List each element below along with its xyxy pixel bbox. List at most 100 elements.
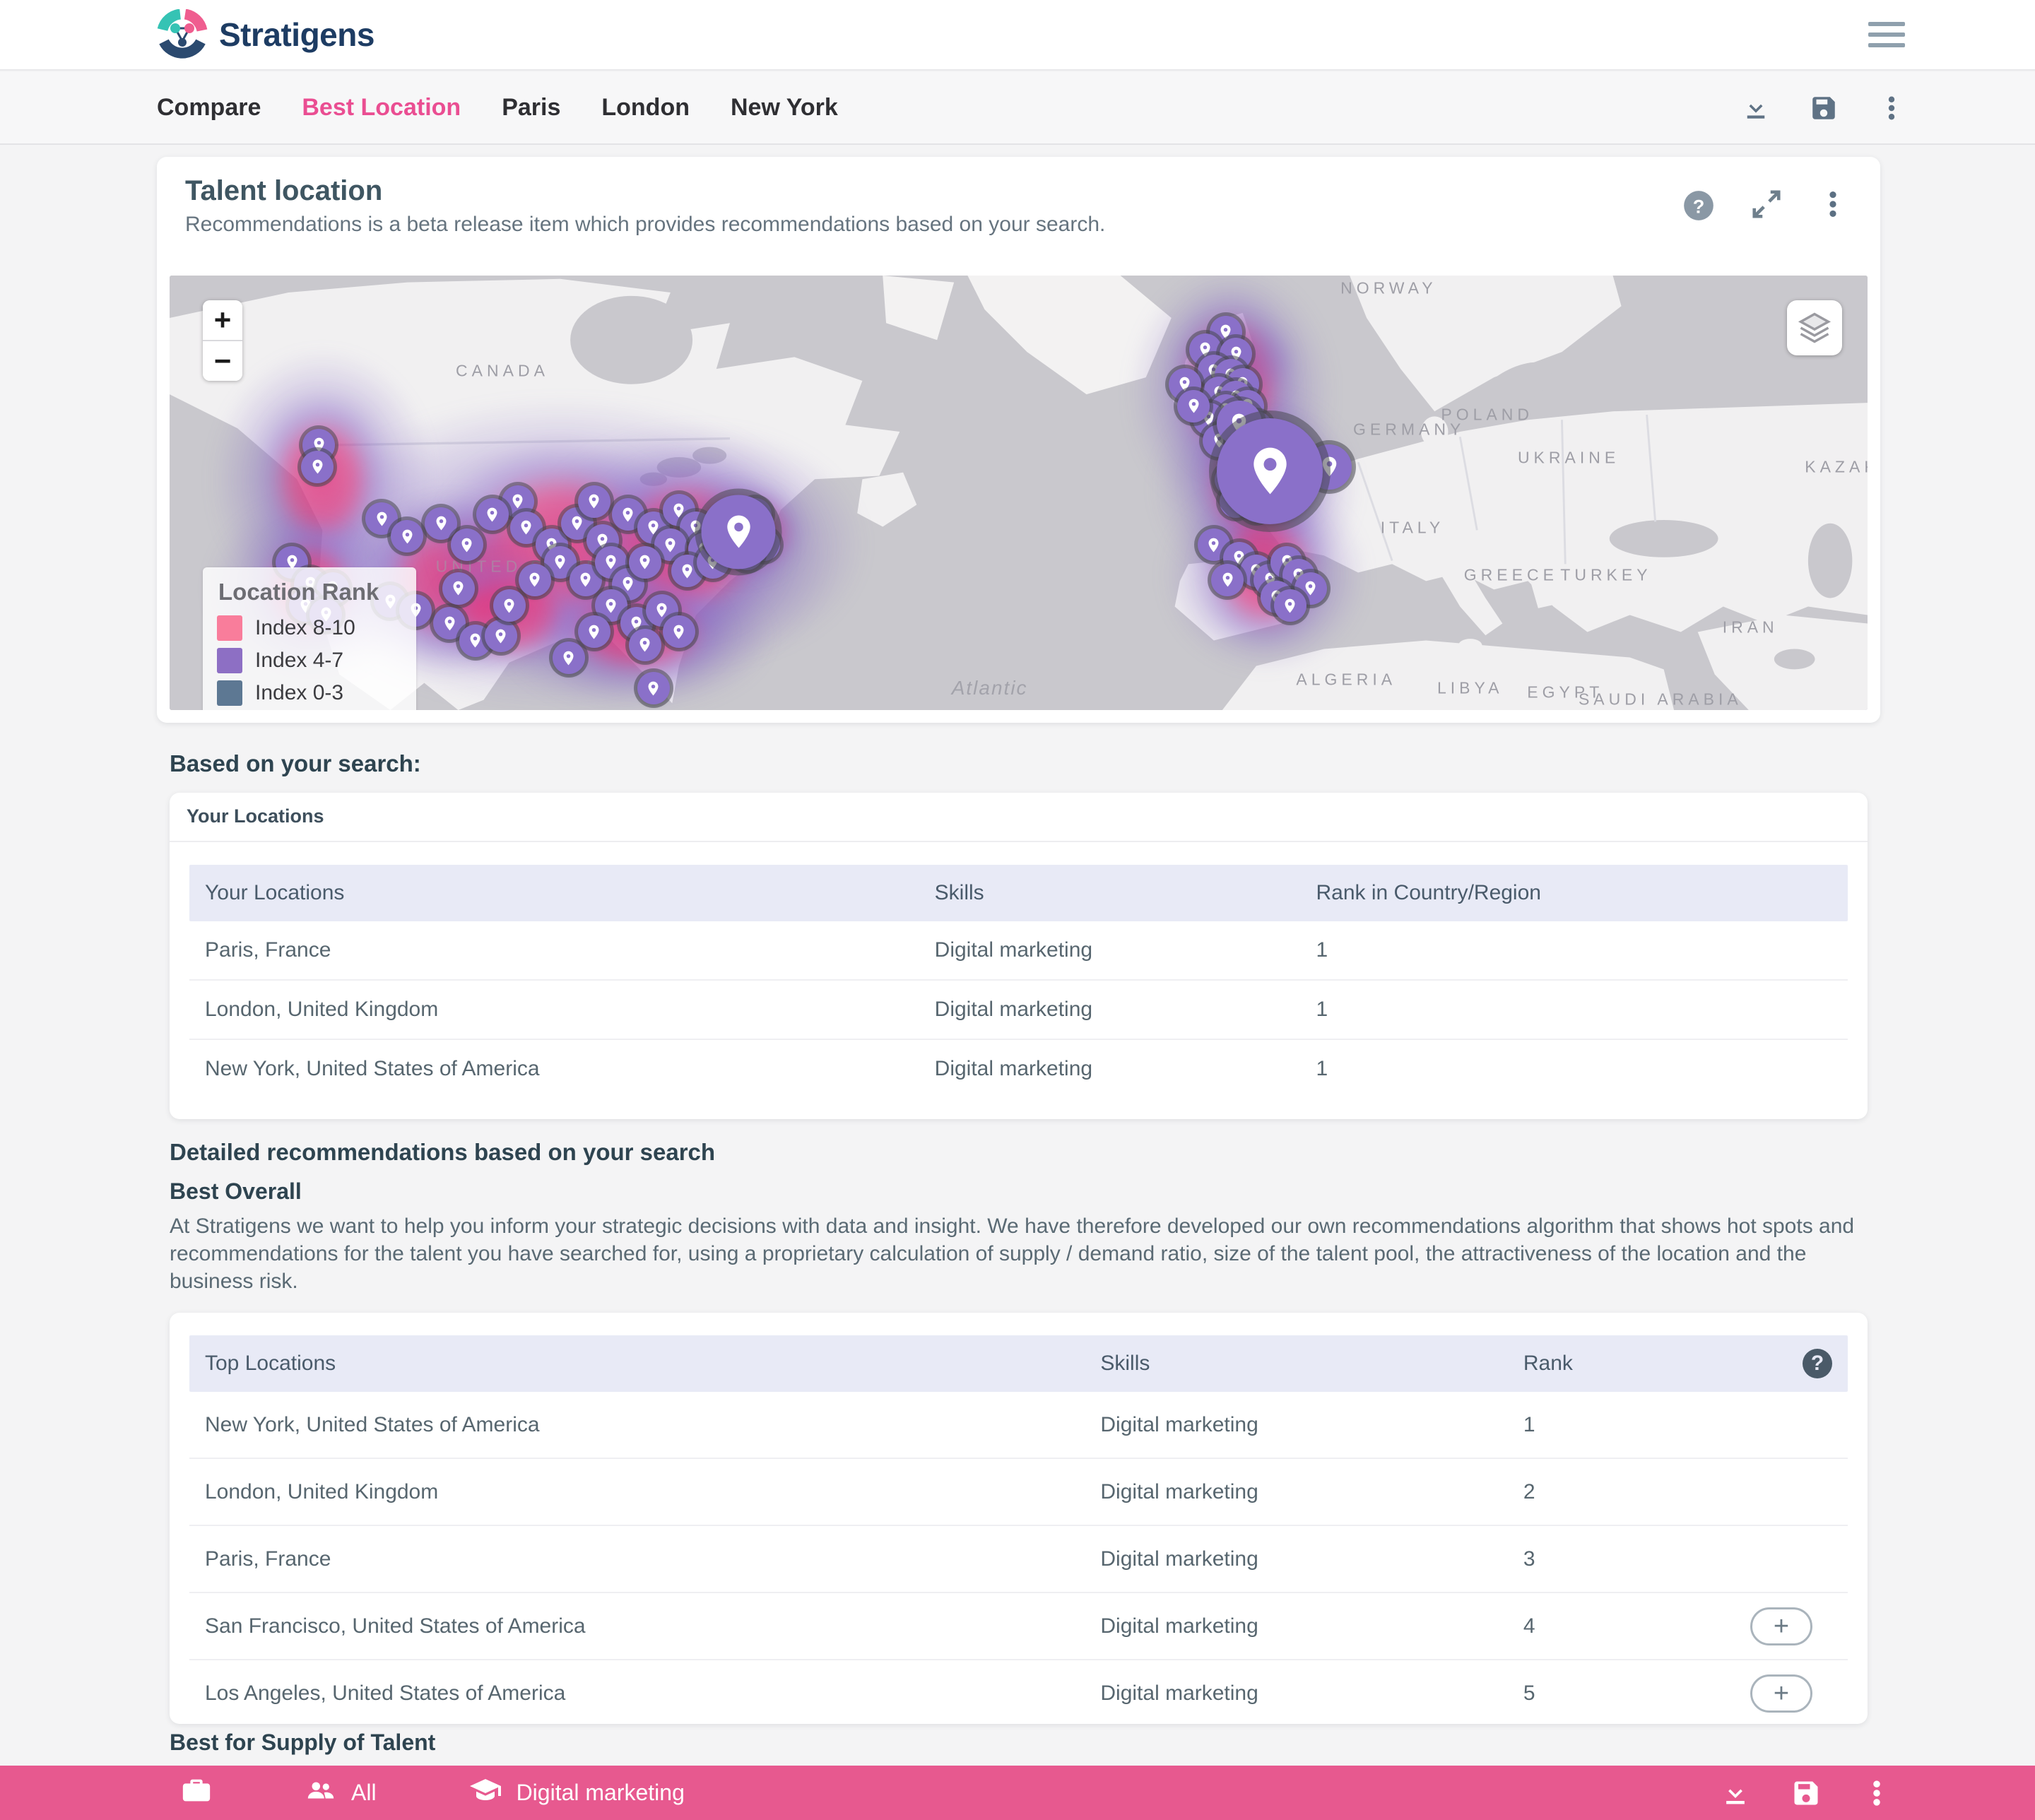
legend-label: Index 0-3 — [255, 681, 343, 705]
kebab-icon[interactable] — [1814, 185, 1852, 223]
location-cell: San Francisco, United States of America — [189, 1614, 1085, 1638]
talent-map[interactable]: CANADAUNITED STATESNORWAYPOLANDGERMANYUK… — [170, 276, 1868, 710]
brand-name: Stratigens — [219, 16, 374, 54]
location-cell: London, United Kingdom — [189, 998, 919, 1022]
location-pin-icon[interactable] — [1217, 418, 1323, 524]
skill-cell: Digital marketing — [1085, 1480, 1507, 1504]
tab-best-location[interactable]: Best Location — [302, 94, 461, 122]
add-location-button[interactable]: + — [1750, 1607, 1812, 1645]
zoom-in-button[interactable]: + — [203, 300, 242, 340]
location-pin-icon[interactable] — [1274, 589, 1306, 622]
location-pin-icon[interactable] — [425, 507, 457, 540]
location-pin-icon[interactable] — [702, 495, 776, 569]
map-country-label: IRAN — [1723, 618, 1779, 637]
page-subtitle: Recommendations is a beta release item w… — [185, 213, 1105, 237]
location-pin-icon[interactable] — [493, 589, 526, 622]
kebab-icon[interactable] — [1858, 1775, 1895, 1812]
top-locations-table: Top LocationsSkillsRank? New York, Unite… — [189, 1335, 1848, 1726]
map-country-label: GREECE — [1464, 566, 1558, 585]
location-pin-icon[interactable] — [578, 615, 610, 648]
rank-cell: 3 — [1508, 1547, 1848, 1571]
filter-graduation-cap[interactable]: Digital marketing — [468, 1773, 685, 1813]
location-pin-icon[interactable] — [1177, 390, 1210, 422]
table-row: London, United KingdomDigital marketing1 — [189, 981, 1848, 1040]
save-icon[interactable] — [1806, 90, 1841, 126]
talent-location-card: Talent location Recommendations is a bet… — [157, 157, 1880, 723]
map-country-label: Atlantic — [952, 677, 1028, 699]
tab-paris[interactable]: Paris — [502, 94, 560, 122]
save-icon[interactable] — [1788, 1775, 1824, 1812]
kebab-icon[interactable] — [1874, 90, 1909, 126]
svg-text:?: ? — [1693, 195, 1705, 217]
location-pin-icon[interactable] — [629, 546, 661, 579]
expand-icon[interactable] — [1747, 185, 1786, 223]
legend-title: Location Rank — [218, 579, 402, 605]
column-header: Rank in Country/Region — [1300, 881, 1848, 905]
skill-cell: Digital marketing — [919, 938, 1301, 962]
search-heading: Based on your search: — [170, 750, 421, 777]
column-header: Your Locations — [189, 881, 919, 905]
map-country-label: NORWAY — [1340, 279, 1437, 298]
layers-icon[interactable] — [1787, 300, 1842, 355]
location-cell: Paris, France — [189, 1547, 1085, 1571]
world-map-land — [170, 276, 1868, 710]
download-icon[interactable] — [1717, 1775, 1754, 1812]
location-pin-icon[interactable] — [301, 451, 334, 483]
skill-cell: Digital marketing — [1085, 1614, 1507, 1638]
help-icon[interactable]: ? — [1803, 1349, 1832, 1378]
tab-compare[interactable]: Compare — [157, 94, 261, 122]
location-pin-icon[interactable] — [485, 620, 517, 652]
add-location-button[interactable]: + — [1750, 1674, 1812, 1713]
help-icon[interactable]: ? — [1678, 185, 1719, 226]
location-pin-icon[interactable] — [1211, 564, 1244, 596]
table-row: San Francisco, United States of AmericaD… — [189, 1593, 1848, 1660]
location-pin-icon[interactable] — [476, 498, 509, 531]
rank-cell: 1 — [1300, 938, 1848, 962]
graduation-cap-icon — [468, 1773, 502, 1813]
page-title: Talent location — [185, 175, 1105, 207]
location-pin-icon[interactable] — [663, 615, 695, 648]
top-locations-card: Top LocationsSkillsRank? New York, Unite… — [170, 1313, 1868, 1724]
map-legend: Location Rank Index 8-10 Index 4-7 Index 0… — [203, 567, 416, 710]
recommendations-body: At Stratigens we want to help you inform… — [170, 1212, 1882, 1295]
divider — [170, 841, 1868, 842]
map-zoom-control: + − — [203, 300, 242, 381]
tab-london[interactable]: London — [601, 94, 690, 122]
table-header-row: Your LocationsSkillsRank in Country/Regi… — [189, 865, 1848, 921]
supply-heading: Best for Supply of Talent — [170, 1730, 435, 1756]
location-pin-icon[interactable] — [519, 564, 551, 596]
skill-cell: Digital marketing — [919, 1057, 1301, 1081]
table-row: Los Angeles, United States of AmericaDig… — [189, 1660, 1848, 1726]
location-pin-icon[interactable] — [442, 572, 475, 605]
legend-swatch — [217, 680, 242, 706]
tab-new-york[interactable]: New York — [731, 94, 838, 122]
your-locations-title: Your Locations — [187, 805, 324, 827]
map-country-label: UKRAINE — [1518, 449, 1620, 468]
filter-people[interactable]: All — [305, 1774, 377, 1812]
skill-cell: Digital marketing — [1085, 1682, 1507, 1706]
tab-actions — [1738, 90, 1909, 126]
location-cell: Los Angeles, United States of America — [189, 1682, 1085, 1706]
zoom-out-button[interactable]: − — [203, 341, 242, 381]
menu-icon[interactable] — [1864, 18, 1909, 52]
brand[interactable]: Stratigens — [157, 9, 374, 60]
column-header: Rank — [1508, 1352, 1848, 1376]
location-pin-icon[interactable] — [629, 629, 661, 661]
legend-label: Index 8-10 — [255, 616, 355, 640]
filter-briefcase[interactable] — [180, 1774, 213, 1812]
location-pin-icon[interactable] — [553, 642, 585, 674]
location-pin-icon[interactable] — [637, 672, 670, 704]
filter-label: All — [351, 1780, 377, 1806]
rank-cell: 2 — [1508, 1480, 1848, 1504]
location-pin-icon[interactable] — [578, 485, 610, 518]
location-pin-icon[interactable] — [451, 528, 483, 561]
table-row: London, United KingdomDigital marketing2 — [189, 1459, 1848, 1526]
location-pin-icon[interactable] — [391, 520, 423, 552]
download-icon[interactable] — [1738, 90, 1774, 126]
talent-location-header: Talent location Recommendations is a bet… — [185, 175, 1852, 237]
table-row: Paris, FranceDigital marketing3 — [189, 1526, 1848, 1593]
legend-label: Index 4-7 — [255, 649, 343, 673]
table-header-row: Top LocationsSkillsRank? — [189, 1335, 1848, 1392]
skill-cell: Digital marketing — [1085, 1547, 1507, 1571]
map-country-label: KAZAK — [1805, 457, 1868, 476]
